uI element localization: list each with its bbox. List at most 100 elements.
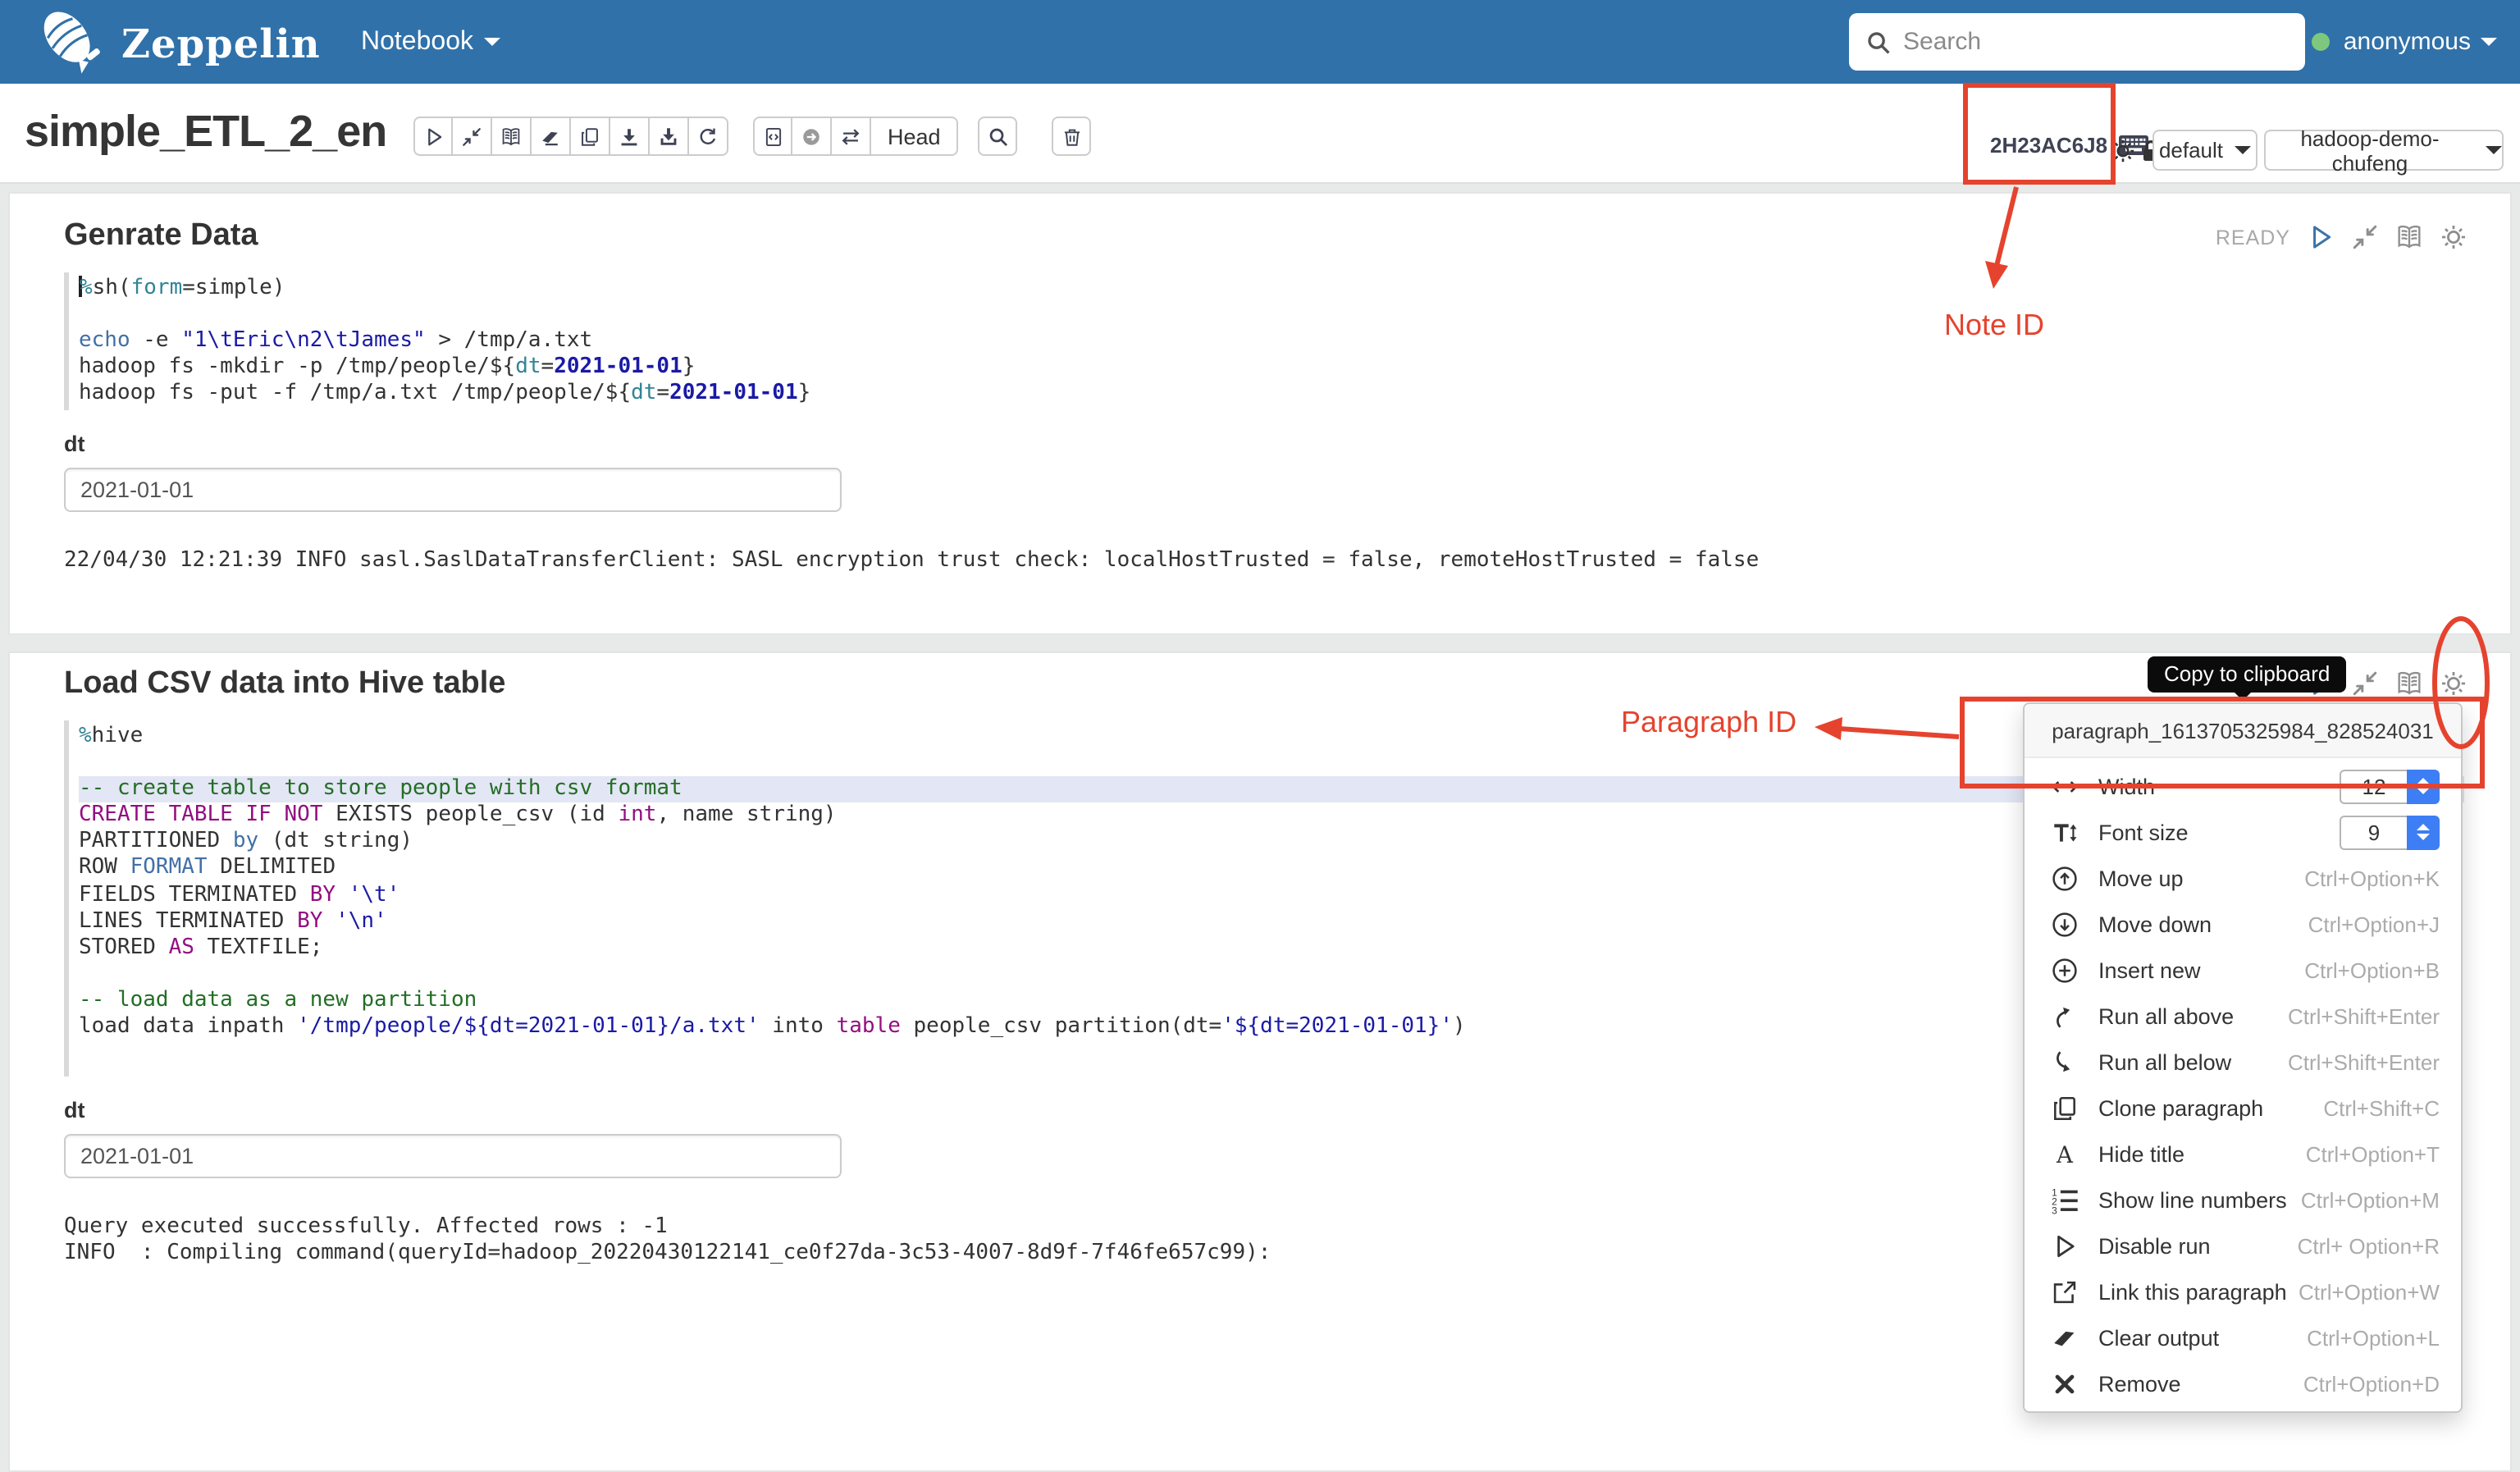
move-down-icon bbox=[2051, 910, 2079, 938]
paragraph-settings-gear-icon[interactable] bbox=[2440, 670, 2468, 697]
dt-input[interactable] bbox=[64, 468, 842, 513]
clear-output-icon bbox=[2051, 1323, 2079, 1351]
note-search-button[interactable] bbox=[978, 117, 1017, 156]
paragraph-output: 22/04/30 12:21:39 INFO sasl.SaslDataTran… bbox=[64, 548, 1760, 574]
disable-run-icon bbox=[2051, 1232, 2079, 1259]
menu-item-move-up[interactable]: Move up Ctrl+Option+K bbox=[2025, 855, 2461, 901]
paragraph-controls: READY bbox=[2216, 223, 2468, 251]
remove-icon bbox=[2051, 1369, 2079, 1397]
font-size-stepper[interactable] bbox=[2407, 815, 2440, 849]
code-file-button[interactable] bbox=[753, 117, 792, 156]
menu-item-run-above[interactable]: Run all above Ctrl+Shift+Enter bbox=[2025, 993, 2461, 1039]
show-editor-book-icon[interactable] bbox=[2395, 223, 2423, 251]
display-mode-dropdown[interactable]: default bbox=[2152, 130, 2258, 171]
chevron-down-icon bbox=[2481, 38, 2497, 46]
brand-title: Zeppelin bbox=[121, 19, 321, 66]
collapse-paragraph-icon[interactable] bbox=[2351, 670, 2379, 697]
collapse-paragraph-icon[interactable] bbox=[2351, 223, 2379, 251]
chevron-down-icon bbox=[2486, 146, 2502, 154]
context-menu-items: Width 12 Font size 9 Move up Ctrl+Option+K Mov… bbox=[2025, 758, 2461, 1411]
collapse-button[interactable] bbox=[453, 117, 492, 156]
paragraph-title[interactable]: Load CSV data into Hive table bbox=[64, 653, 2510, 702]
menu-item-insert-new[interactable]: Insert new Ctrl+Option+B bbox=[2025, 947, 2461, 993]
note-trash-group bbox=[1052, 117, 1091, 156]
chevron-down-icon bbox=[2235, 146, 2252, 154]
paragraph-settings-gear-icon[interactable] bbox=[2440, 223, 2468, 251]
note-settings-gear-icon[interactable] bbox=[2110, 138, 2136, 164]
menu-item-font-size[interactable]: Font size 9 bbox=[2025, 809, 2461, 855]
zeppelin-brand[interactable]: Zeppelin bbox=[33, 5, 321, 80]
compare-button[interactable] bbox=[832, 117, 871, 156]
menu-item-run-below[interactable]: Run all below Ctrl+Shift+Enter bbox=[2025, 1039, 2461, 1085]
menu-item-clone[interactable]: Clone paragraph Ctrl+Shift+C bbox=[2025, 1085, 2461, 1131]
search-box[interactable] bbox=[1849, 13, 2305, 71]
run-all-button[interactable] bbox=[413, 117, 453, 156]
copy-to-clipboard-tooltip: Copy to clipboard bbox=[2148, 656, 2347, 701]
menu-item-link[interactable]: Link this paragraph Ctrl+Option+W bbox=[2025, 1269, 2461, 1314]
zeppelin-app: Zeppelin Notebook anonymous simple_ETL_2… bbox=[0, 0, 2520, 1472]
form-field-label: dt bbox=[64, 432, 85, 457]
line-numbers-icon: 123 bbox=[2051, 1186, 2079, 1216]
note-search-group bbox=[978, 117, 1017, 156]
paragraph-generate-data: Genrate Data READY %sh(form=simple) echo… bbox=[8, 192, 2512, 635]
note-header: simple_ETL_2_en Head 2H23AC6J8 default h… bbox=[0, 84, 2520, 184]
note-toolbar-version: Head bbox=[753, 117, 959, 156]
svg-text:A: A bbox=[2056, 1141, 2074, 1168]
hide-title-icon: A bbox=[2051, 1140, 2079, 1168]
status-badge: READY bbox=[2215, 226, 2290, 249]
username: anonymous bbox=[2343, 28, 2471, 56]
code-line[interactable]: hadoop fs -put -f /tmp/a.txt /tmp/people… bbox=[79, 382, 2464, 408]
search-input[interactable] bbox=[1903, 28, 2264, 56]
paragraph-title[interactable]: Genrate Data bbox=[64, 194, 2510, 254]
move-up-icon bbox=[2051, 864, 2079, 892]
menu-item-line-numbers[interactable]: 1 2 3 Show line numbers Ctrl+Option+M bbox=[2025, 1177, 2461, 1223]
navbar: Zeppelin Notebook anonymous bbox=[0, 0, 2520, 84]
head-revision-button[interactable]: Head bbox=[871, 117, 959, 156]
tooltip-caret bbox=[2233, 691, 2253, 701]
menu-item-width[interactable]: Width 12 bbox=[2025, 763, 2461, 809]
insert-new-icon bbox=[2051, 956, 2079, 984]
link-icon bbox=[2051, 1278, 2079, 1305]
eraser-button[interactable] bbox=[532, 117, 571, 156]
user-status-dot bbox=[2312, 33, 2331, 51]
dt-input[interactable] bbox=[64, 1134, 842, 1179]
note-toolbar-main bbox=[413, 117, 728, 156]
clone-button[interactable] bbox=[571, 117, 610, 156]
note-title[interactable]: simple_ETL_2_en bbox=[25, 107, 387, 158]
menu-item-remove[interactable]: Remove Ctrl+Option+D bbox=[2025, 1360, 2461, 1406]
font-size-spinner[interactable]: 9 bbox=[2340, 815, 2440, 849]
run-paragraph-icon[interactable] bbox=[2307, 223, 2335, 251]
width-icon bbox=[2051, 772, 2079, 800]
refresh-button[interactable] bbox=[689, 117, 728, 156]
menu-item-disable-run[interactable]: Disable run Ctrl+ Option+R bbox=[2025, 1223, 2461, 1269]
paragraph-id-item[interactable]: paragraph_1613705325984_828524031 bbox=[2025, 704, 2461, 758]
export-button[interactable] bbox=[650, 117, 689, 156]
run-above-icon bbox=[2051, 1002, 2079, 1030]
book-button[interactable] bbox=[492, 117, 532, 156]
interpreter-binding-dropdown[interactable]: hadoop-demo-chufeng bbox=[2264, 126, 2504, 175]
chevron-down-icon bbox=[483, 38, 500, 46]
width-spinner[interactable]: 12 bbox=[2340, 769, 2440, 803]
download-button[interactable] bbox=[610, 117, 650, 156]
zeppelin-logo-icon bbox=[43, 11, 100, 74]
font-size-icon bbox=[2051, 818, 2079, 846]
code-line[interactable]: %sh(form=simple) bbox=[79, 276, 2464, 302]
clone-icon bbox=[2051, 1094, 2079, 1122]
run-below-icon bbox=[2051, 1048, 2079, 1076]
search-icon bbox=[1865, 29, 1892, 55]
paragraph-context-menu: paragraph_1613705325984_828524031 Width 1… bbox=[2023, 702, 2463, 1413]
code-line[interactable] bbox=[79, 302, 2464, 328]
notebook-menu[interactable]: Notebook bbox=[361, 0, 500, 84]
show-editor-book-icon[interactable] bbox=[2395, 670, 2423, 697]
menu-item-move-down[interactable]: Move down Ctrl+Option+J bbox=[2025, 901, 2461, 947]
menu-item-clear-output[interactable]: Clear output Ctrl+Option+L bbox=[2025, 1314, 2461, 1360]
code-line[interactable]: echo -e "1\tEric\n2\tJames" > /tmp/a.txt bbox=[79, 328, 2464, 354]
width-stepper[interactable] bbox=[2407, 769, 2440, 803]
menu-item-hide-title[interactable]: A Hide title Ctrl+Option+T bbox=[2025, 1131, 2461, 1177]
user-menu[interactable]: anonymous bbox=[2312, 0, 2497, 84]
commit-button[interactable] bbox=[792, 117, 832, 156]
trash-button[interactable] bbox=[1052, 117, 1091, 156]
code-line[interactable]: hadoop fs -mkdir -p /tmp/people/${dt=202… bbox=[79, 355, 2464, 382]
svg-text:3: 3 bbox=[2052, 1205, 2057, 1214]
code-editor[interactable]: %sh(form=simple) echo -e "1\tEric\n2\tJa… bbox=[64, 272, 2464, 411]
